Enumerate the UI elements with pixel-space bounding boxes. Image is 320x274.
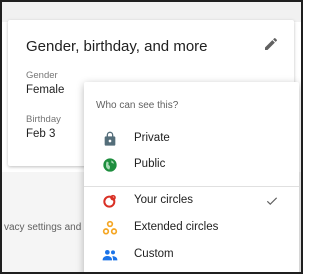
menu-item-label: Extended circles [134,221,219,233]
section-title: Gender, birthday, and more [26,38,208,55]
globe-icon [103,158,117,172]
menu-item-your-circles[interactable]: Your circles [84,188,299,214]
checkmark-icon [266,197,278,206]
edit-pencil-icon[interactable] [263,36,279,52]
gender-value: Female [26,84,65,96]
menu-item-public[interactable]: Public [84,152,299,178]
birthday-label: Birthday [26,114,61,125]
menu-item-label: Public [134,158,166,170]
privacy-settings-text: vacy settings and [4,222,82,233]
menu-header: Who can see this? [96,100,179,111]
menu-item-label: Private [134,132,170,144]
menu-item-custom[interactable]: Custom [84,242,299,268]
menu-item-private[interactable]: Private [84,126,299,152]
lock-icon [104,131,116,146]
menu-divider [84,186,299,187]
extended-circles-icon [102,220,118,235]
page-background-top [2,2,301,22]
menu-item-label: Your circles [134,194,194,206]
menu-item-label: Custom [134,248,174,260]
visibility-menu: Who can see this? Private Public Your ci… [84,82,299,272]
circles-icon [103,194,116,208]
menu-item-extended-circles[interactable]: Extended circles [84,215,299,241]
birthday-value: Feb 3 [26,128,56,140]
people-icon [102,250,118,261]
gender-label: Gender [26,70,58,81]
screenshot-frame: Gender, birthday, and more Gender Female… [0,0,303,274]
